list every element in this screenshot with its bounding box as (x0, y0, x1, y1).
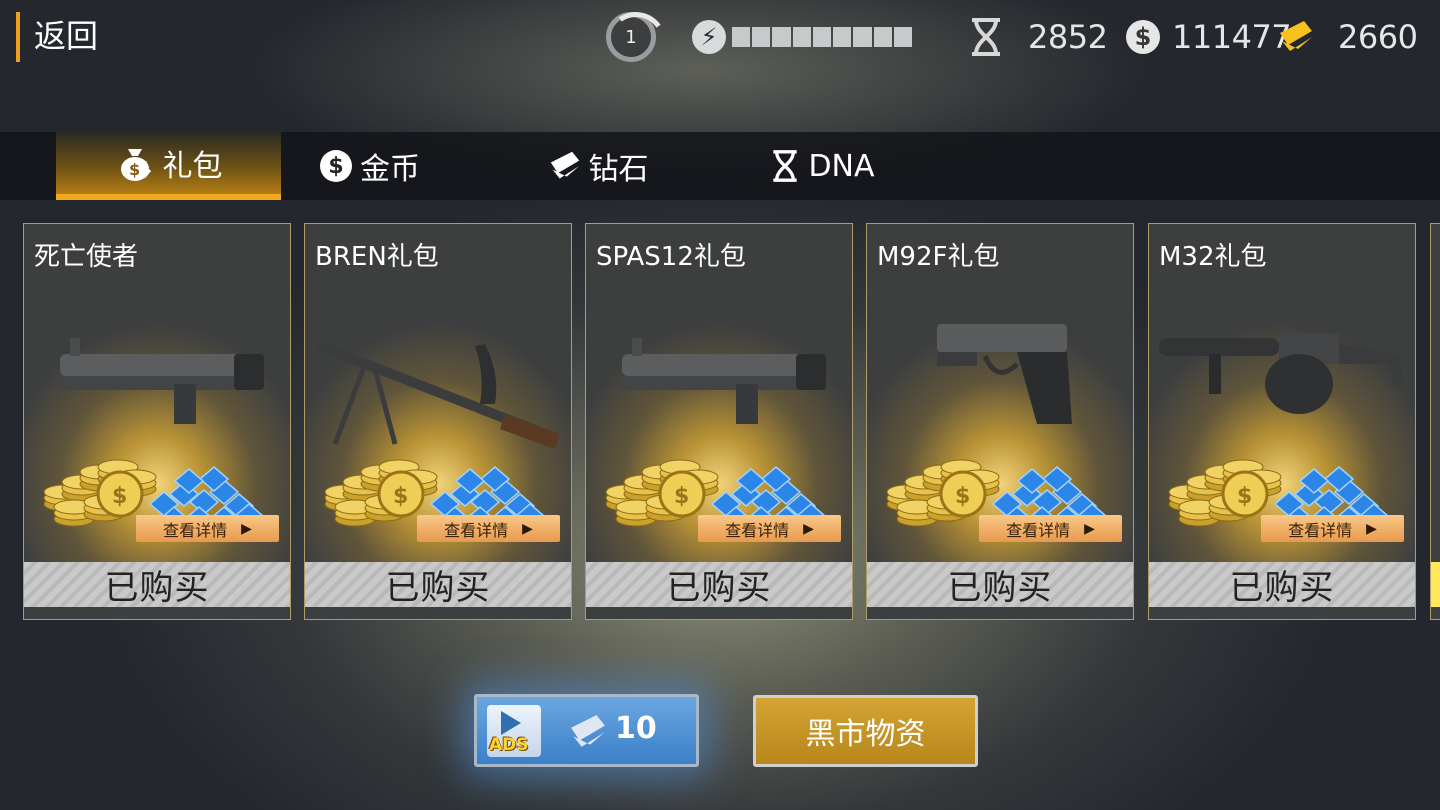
svg-text:$: $ (393, 484, 408, 509)
level-indicator: 1 (606, 12, 656, 62)
svg-text:$: $ (674, 484, 689, 509)
tab-coins[interactable]: $ 金币 (300, 132, 440, 200)
energy-segment (893, 27, 912, 47)
coin-value: 111477 (1172, 18, 1292, 56)
play-arrow-icon: ▶ (1084, 520, 1095, 537)
view-details-button[interactable]: 查看详情 ▶ (1261, 515, 1404, 542)
view-details-label: 查看详情 (725, 520, 790, 540)
purchased-status: 已购买 (24, 562, 290, 608)
tab-label: 礼包 (162, 149, 223, 184)
card-title: M32礼包 (1159, 242, 1267, 272)
gift-pack-card[interactable]: M92F礼包 $ 查看详情 ▶ 已购买 (866, 223, 1134, 620)
coin-icon: $ (1126, 20, 1160, 54)
card-title: 死亡使者 (34, 242, 139, 272)
coin-icon: $ (320, 150, 352, 182)
energy-segment (812, 27, 832, 47)
tab-label: 金币 (360, 152, 420, 187)
lightning-icon: ⚡ (692, 20, 726, 54)
ads-video-icon: ADS (487, 705, 541, 757)
view-details-button[interactable]: 查看详情 ▶ (417, 515, 560, 542)
weapon-bundle-image: $ (1159, 334, 1404, 532)
svg-text:$: $ (112, 484, 127, 509)
next-card-peek[interactable] (1430, 223, 1440, 620)
card-title: SPAS12礼包 (596, 242, 746, 272)
black-market-button[interactable]: 黑市物资 (753, 695, 978, 767)
dna-currency[interactable]: 2852 (968, 14, 1108, 60)
weapon-bundle-image: $ (313, 339, 560, 532)
card-title: M92F礼包 (877, 242, 1000, 272)
view-details-label: 查看详情 (1006, 520, 1071, 540)
purchased-status: 已购买 (1149, 562, 1415, 608)
tab-label: 钻石 (588, 152, 649, 187)
weapon-bundle-image: $ (605, 338, 827, 532)
energy-segment (873, 27, 892, 47)
ad-reward-amount: 10 (615, 711, 657, 746)
svg-text:$: $ (129, 160, 140, 179)
view-details-button[interactable]: 查看详情 ▶ (136, 515, 279, 542)
purchased-status: 已购买 (586, 562, 852, 608)
back-button[interactable]: 返回 (16, 12, 98, 62)
card-title: BREN礼包 (315, 242, 439, 272)
gift-pack-card[interactable]: M32礼包 $ 查看详情 ▶ 已购买 (1148, 223, 1416, 620)
play-arrow-icon: ▶ (522, 520, 533, 537)
energy-segment (853, 27, 872, 47)
view-details-label: 查看详情 (163, 520, 228, 540)
dna-icon (773, 150, 798, 182)
energy-segment (732, 27, 751, 47)
play-icon (501, 711, 521, 735)
svg-text:$: $ (1237, 484, 1252, 509)
dna-value: 2852 (1028, 18, 1108, 56)
diamond-value: 2660 (1338, 18, 1418, 56)
gift-pack-card[interactable]: SPAS12礼包 $ 查看详情 ▶ 已购买 (585, 223, 853, 620)
view-details-button[interactable]: 查看详情 ▶ (698, 515, 841, 542)
energy-segment (792, 27, 811, 47)
tab-label: DNA (808, 148, 875, 184)
play-arrow-icon: ▶ (803, 520, 814, 537)
dna-icon (972, 18, 1000, 56)
tab-diamonds[interactable]: 钻石 (536, 132, 661, 200)
view-details-label: 查看详情 (444, 520, 509, 540)
diamond-icon (550, 151, 579, 179)
category-tabbar: $ 礼包 $ 金币 钻石 DNA (0, 132, 1440, 200)
diamond-icon (1280, 21, 1312, 51)
energy-segment (752, 27, 771, 47)
gift-pack-card[interactable]: BREN礼包 $ 查看详情 ▶ 已购买 (304, 223, 572, 620)
tab-gift-packs[interactable]: $ 礼包 (56, 132, 281, 200)
diamond-currency[interactable]: 2660 (1278, 14, 1418, 60)
view-details-label: 查看详情 (1288, 520, 1353, 540)
ads-label: ADS (489, 735, 529, 755)
svg-text:$: $ (955, 484, 970, 509)
gift-pack-card[interactable]: 死亡使者 $ 查看详情 ▶ 已购买 (23, 223, 291, 620)
energy-segment (772, 27, 791, 47)
watch-ad-button[interactable]: ADS 10 (474, 694, 699, 767)
purchased-status: 已购买 (305, 562, 571, 608)
play-arrow-icon: ▶ (1366, 520, 1377, 537)
weapon-bundle-image: $ (43, 338, 265, 532)
gift-bag-icon: $ (120, 149, 151, 181)
coin-currency[interactable]: $ 111477 (1126, 14, 1292, 60)
weapon-bundle-image: $ (886, 324, 1108, 532)
view-details-button[interactable]: 查看详情 ▶ (979, 515, 1122, 542)
play-arrow-icon: ▶ (241, 520, 252, 537)
level-number: 1 (625, 26, 637, 48)
tab-dna[interactable]: DNA (760, 132, 885, 200)
energy-bar (732, 27, 912, 47)
purchased-status: 已购买 (867, 562, 1133, 608)
energy-segment (833, 27, 852, 47)
diamond-icon (571, 715, 605, 747)
